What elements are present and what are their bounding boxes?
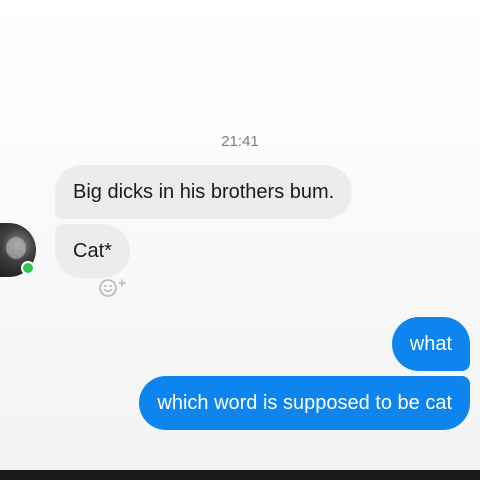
bottom-edge	[0, 470, 480, 480]
chat-thread: 21:41 Big dicks in his brothers bum. Cat…	[0, 0, 480, 470]
outgoing-message[interactable]: which word is supposed to be cat	[139, 376, 470, 430]
avatar-image	[6, 237, 26, 259]
incoming-message[interactable]: Cat*	[55, 224, 130, 278]
online-status-icon	[21, 261, 35, 275]
outgoing-message[interactable]: what	[391, 317, 470, 371]
message-timestamp: 21:41	[221, 133, 259, 150]
smiley-plus-icon[interactable]	[96, 276, 136, 300]
incoming-message[interactable]: Big dicks in his brothers bum.	[55, 165, 353, 219]
